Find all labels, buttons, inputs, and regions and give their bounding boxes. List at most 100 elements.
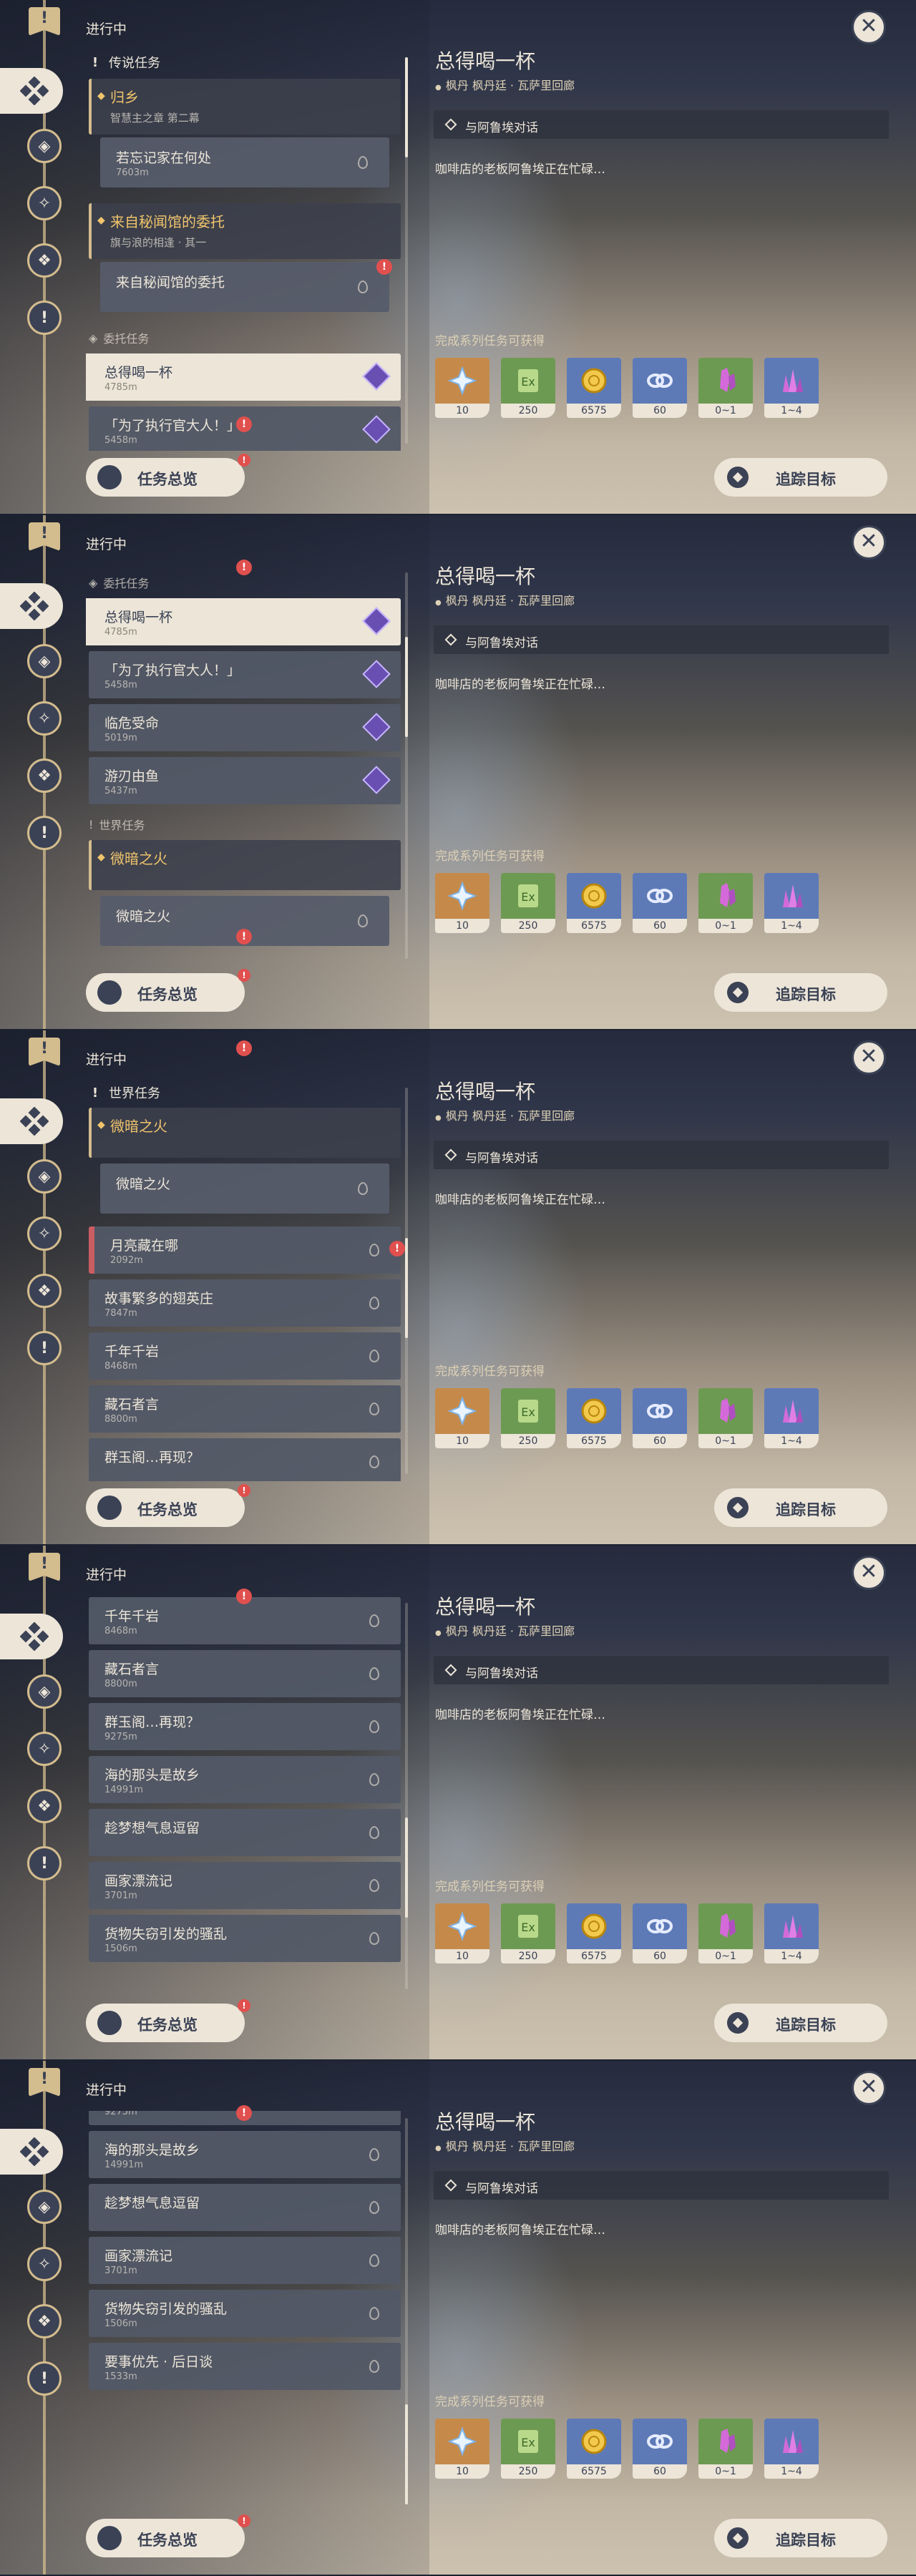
reward-item[interactable]: 1~4 [764, 1388, 819, 1448]
scroll-thumb[interactable] [405, 2404, 408, 2504]
map-pin-icon[interactable] [369, 1350, 379, 1362]
world-quest-tab-icon[interactable]: ! [27, 301, 62, 335]
map-pin-icon[interactable] [369, 2201, 379, 2214]
reward-item[interactable]: 6575 [567, 2419, 621, 2479]
world-quest-tab-icon[interactable]: ! [27, 1846, 62, 1880]
all-quests-tab[interactable] [0, 1098, 63, 1144]
reward-item[interactable]: 60 [633, 358, 687, 418]
map-pin-icon[interactable] [358, 1182, 368, 1195]
track-button[interactable]: 追踪目标 [714, 973, 887, 1012]
world-group[interactable]: ◆ 微暗之火 [89, 1108, 401, 1158]
quest-item[interactable]: 藏石者言 8800m [89, 1385, 401, 1433]
quest-item[interactable]: 月亮藏在哪 2092m [89, 1226, 401, 1274]
map-pin-icon[interactable] [369, 1773, 379, 1786]
legend-group[interactable]: ◆ 归乡 智慧主之章 第二幕 [89, 79, 401, 135]
story-quest-tab-icon[interactable]: ✧ [27, 2247, 62, 2281]
reward-item[interactable]: 60 [633, 1903, 687, 1963]
close-button[interactable]: ✕ [852, 1556, 886, 1590]
quest-overview-button[interactable]: 任务总览! [86, 454, 250, 497]
quest-item[interactable]: 游刃由鱼 5437m [89, 757, 401, 804]
quest-item[interactable]: 「为了执行官大人！」 5458m [89, 651, 401, 698]
quest-list[interactable]: 千年千岩 8468m 藏石者言 8800m 群玉阁…再现？ 9275m 海的那头是故乡… [86, 1596, 401, 1996]
quest-item[interactable]: 趁梦想气息逗留 [89, 2184, 401, 2231]
reward-item[interactable]: Ex 250 [501, 358, 555, 418]
reward-item[interactable]: 10 [435, 1388, 489, 1448]
reward-item[interactable]: 1~4 [764, 873, 819, 933]
reward-item[interactable]: 6575 [567, 358, 621, 418]
story-quest-tab-icon[interactable]: ✧ [27, 1732, 62, 1766]
world-step[interactable]: 微暗之火 [100, 1163, 389, 1214]
map-pin-icon[interactable] [358, 156, 368, 169]
reward-item[interactable]: Ex 250 [501, 2419, 555, 2479]
quest-item[interactable]: 千年千岩 8468m [89, 1332, 401, 1380]
map-pin-icon[interactable] [369, 1244, 379, 1257]
commission-tab-icon[interactable]: ❖ [27, 1789, 62, 1823]
quest-item[interactable]: 群玉阁…再现？ [89, 1438, 401, 1481]
quest-item[interactable]: 临危受命 5019m [89, 704, 401, 751]
close-button[interactable]: ✕ [852, 10, 886, 44]
all-quests-tab[interactable] [0, 1614, 63, 1659]
quest-item[interactable]: 趁梦想气息逗留 [89, 1809, 401, 1856]
map-pin-icon[interactable] [369, 1667, 379, 1680]
quest-item[interactable]: 海的那头是故乡 14991m [89, 2131, 401, 2178]
reward-item[interactable]: 1~4 [764, 358, 819, 418]
quest-item[interactable]: 货物失窃引发的骚乱 1506m [89, 2290, 401, 2337]
story-quest-tab-icon[interactable]: ✧ [27, 186, 62, 220]
track-button[interactable]: 追踪目标 [714, 1488, 887, 1527]
quest-overview-button[interactable]: 任务总览! [86, 1999, 250, 2042]
map-pin-icon[interactable] [369, 1297, 379, 1309]
world-group[interactable]: ◆ 微暗之火 [89, 840, 401, 890]
commission-tab-icon[interactable]: ❖ [27, 243, 62, 278]
scroll-thumb[interactable] [405, 637, 408, 737]
map-pin-icon[interactable] [358, 914, 368, 927]
reward-item[interactable]: 6575 [567, 1903, 621, 1963]
quest-item[interactable]: 海的那头是故乡 14991m [89, 1756, 401, 1803]
quest-item[interactable]: 要事优先 · 后日谈 1533m [89, 2343, 401, 2390]
scroll-thumb[interactable] [405, 57, 408, 157]
list-scrollbar[interactable] [405, 572, 408, 959]
archon-quest-tab-icon[interactable]: ◈ [27, 1674, 62, 1709]
list-scrollbar[interactable] [405, 2118, 408, 2504]
map-pin-icon[interactable] [369, 1932, 379, 1945]
map-pin-icon[interactable] [369, 2254, 379, 2267]
legend-step[interactable]: 若忘记家在何处 7603m [100, 137, 389, 187]
quest-item[interactable]: 画家漂流记 3701m [89, 2237, 401, 2284]
close-button[interactable]: ✕ [852, 525, 886, 560]
world-quest-tab-icon[interactable]: ! [27, 816, 62, 850]
archon-quest-tab-icon[interactable]: ◈ [27, 2190, 62, 2224]
quest-item[interactable]: 货物失窃引发的骚乱 1506m [89, 1915, 401, 1962]
scroll-thumb[interactable] [405, 1818, 408, 1918]
archive-group[interactable]: ◆ 来自秘闻馆的委托 旗与浪的相逢 · 其一 [89, 203, 401, 259]
map-pin-icon[interactable] [369, 1455, 379, 1468]
quest-item[interactable]: 藏石者言 8800m [89, 1650, 401, 1697]
quest-overview-button[interactable]: 任务总览! [86, 1484, 250, 1527]
reward-item[interactable]: 1~4 [764, 1903, 819, 1963]
commission-tab-icon[interactable]: ❖ [27, 1274, 62, 1308]
reward-item[interactable]: 0~1 [698, 873, 753, 933]
quest-list[interactable]: 群玉阁…再现？9275m 海的那头是故乡14991m 趁梦想气息逗留 画家漂流记… [86, 2111, 401, 2512]
commission-tab-icon[interactable]: ❖ [27, 758, 62, 793]
map-pin-icon[interactable] [369, 2307, 379, 2320]
reward-item[interactable]: 0~1 [698, 358, 753, 418]
all-quests-tab[interactable] [0, 583, 63, 629]
all-quests-tab[interactable] [0, 2129, 63, 2175]
map-pin-icon[interactable] [358, 280, 368, 293]
list-scrollbar[interactable] [405, 1603, 408, 1989]
reward-item[interactable]: 0~1 [698, 1903, 753, 1963]
reward-item[interactable]: 6575 [567, 1388, 621, 1448]
archon-quest-tab-icon[interactable]: ◈ [27, 129, 62, 163]
world-quest-tab-icon[interactable]: ! [27, 2361, 62, 2396]
map-pin-icon[interactable] [369, 2148, 379, 2161]
reward-item[interactable]: 0~1 [698, 2419, 753, 2479]
quest-overview-button[interactable]: 任务总览! [86, 969, 250, 1012]
scroll-thumb[interactable] [405, 1238, 408, 1338]
reward-item[interactable]: 10 [435, 2419, 489, 2479]
list-scrollbar[interactable] [405, 1088, 408, 1474]
quest-item-selected[interactable]: 总得喝一杯 4785m [86, 353, 401, 401]
map-pin-icon[interactable] [369, 1614, 379, 1627]
archive-step[interactable]: 来自秘闻馆的委托 [100, 262, 389, 312]
quest-overview-button[interactable]: 任务总览! [86, 2514, 250, 2557]
map-pin-icon[interactable] [369, 1402, 379, 1415]
reward-item[interactable]: 60 [633, 873, 687, 933]
world-quest-tab-icon[interactable]: ! [27, 1331, 62, 1365]
